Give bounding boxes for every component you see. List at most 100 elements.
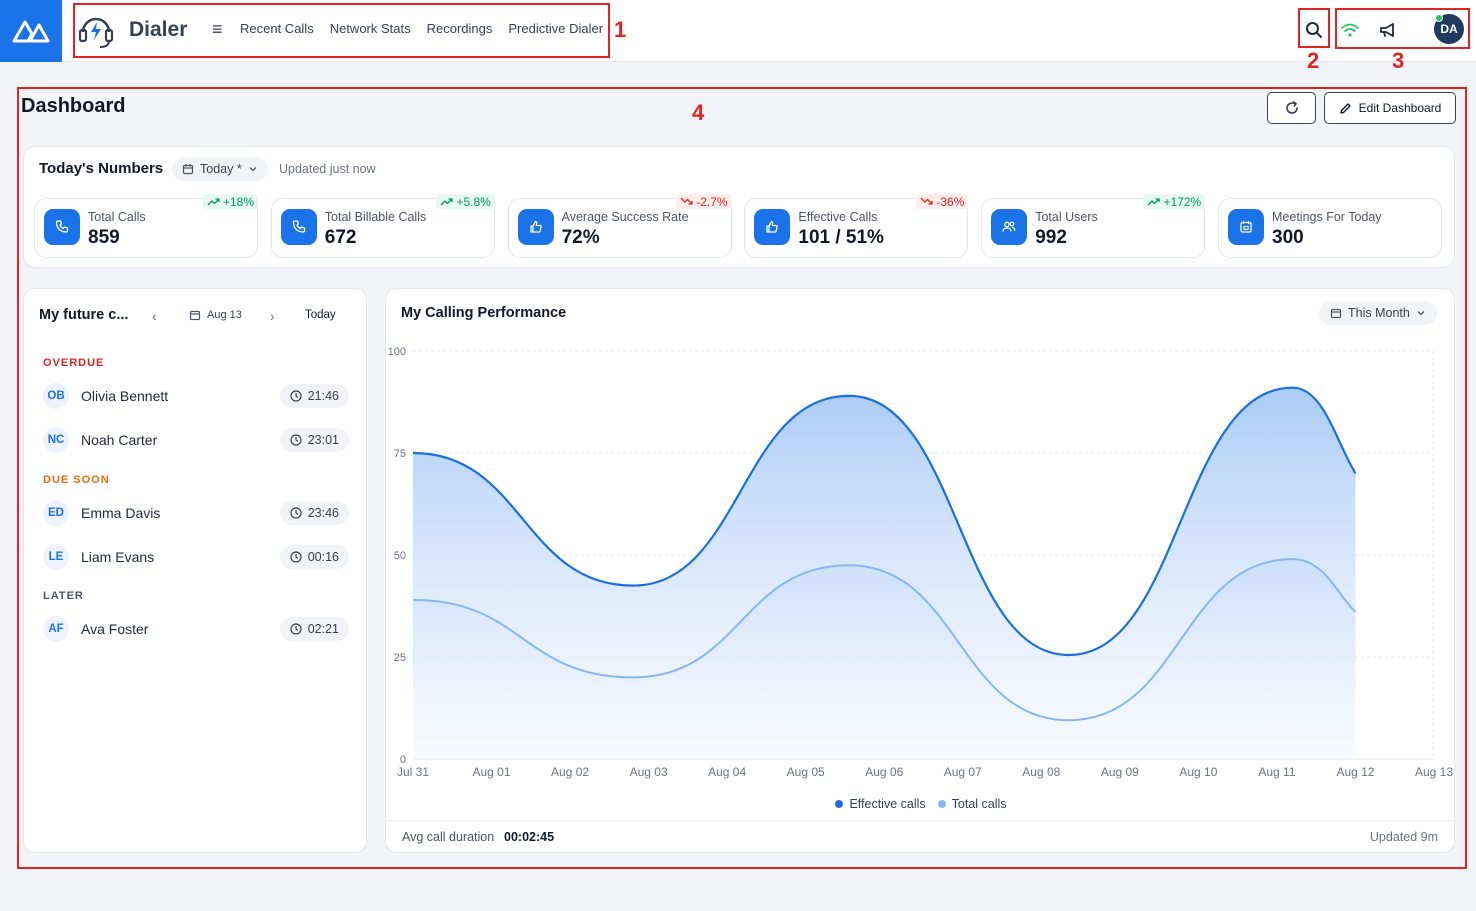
trend-value: +5.8% [456,194,491,209]
x-tick-label: Aug 01 [473,765,511,779]
top-bar: Dialer ≡ Recent Calls Network Stats Reco… [0,0,1476,62]
clock-icon [290,390,302,402]
nav-recent-calls[interactable]: Recent Calls [240,21,314,36]
stat-card[interactable]: Total Billable Calls 672 +5.8% [270,194,495,258]
contact-name: Ava Foster [81,621,149,637]
edit-dashboard-button[interactable]: Edit Dashboard [1324,92,1456,124]
stat-card[interactable]: Meetings For Today 300 [1218,198,1442,258]
divider [386,820,1456,821]
call-row[interactable]: LE Liam Evans 00:16 [43,542,349,572]
date-selector[interactable]: Aug 13 [189,309,242,321]
stat-value: 992 [1035,227,1067,248]
thumbs-up-icon [529,220,542,233]
x-tick-label: Aug 03 [630,765,668,779]
nav-recordings[interactable]: Recordings [427,21,493,36]
legend-dot [835,800,844,808]
trend-value: -2.7% [696,194,728,209]
stat-value: 859 [88,227,120,248]
chart-updated-status: Updated 9m [1369,830,1438,844]
refresh-button[interactable] [1267,92,1316,124]
x-tick-label: Jul 31 [397,765,429,779]
x-tick-label: Aug 02 [551,765,589,779]
legend-dot [937,800,946,808]
x-tick-label: Aug 05 [787,765,825,779]
stat-icon [754,209,791,245]
today-button[interactable]: Today [305,309,336,321]
stat-value: 672 [324,227,357,248]
x-tick-label: Aug 08 [1022,765,1060,779]
time-value: 21:46 [307,389,339,403]
announcements-button[interactable] [1376,16,1400,44]
performance-chart: 0255075100Jul 31 Aug 01 Aug 02 Aug 03 Aug 04… [388,346,1454,779]
chevron-right-icon[interactable]: › [270,308,275,324]
stat-value: 72% [561,227,600,248]
main-nav: Recent Calls Network Stats Recordings Pr… [240,21,603,36]
stat-card[interactable]: Total Calls 859 +18% [34,194,258,258]
avg-call-duration-label: Avg call duration [402,830,495,844]
stat-label: Total Calls [88,210,146,224]
brand-name: Dialer [129,18,188,41]
megaphone-icon [1380,23,1394,37]
contact-initials: ED [43,500,69,526]
contact-name: Noah Carter [81,432,158,448]
annotation-number-4: 4 [692,100,705,125]
x-tick-label: Aug 11 [1258,765,1295,779]
trend-up-icon [1148,198,1161,206]
period-label: Today * [200,162,242,176]
network-status-button[interactable] [1338,16,1362,44]
contact-initials: OB [43,383,69,409]
time-value: 23:01 [307,433,339,447]
x-tick-label: Aug 09 [1101,765,1139,779]
scheduled-time: 21:46 [279,384,349,408]
menu-icon[interactable]: ≡ [212,19,228,39]
annotation-number-1: 1 [614,17,627,42]
call-row[interactable]: AF Ava Foster 02:21 [43,614,349,644]
x-tick-label: Aug 13 [1415,765,1453,779]
phone-icon [292,220,305,233]
x-tick-label: Aug 07 [944,765,982,779]
trend-value: +18% [222,194,254,209]
y-tick-label: 75 [394,448,406,460]
calendar-icon [1240,221,1252,233]
section-label: DUE SOON [43,474,110,486]
future-calls-card: My future c... ‹ Aug 13 › Today OVERDUE O… [23,288,367,853]
section-label: OVERDUE [43,357,105,369]
app-logo[interactable] [0,0,62,62]
selected-date: Aug 13 [207,309,242,321]
clock-icon [290,623,302,635]
nav-network-stats[interactable]: Network Stats [330,21,411,36]
stat-card[interactable]: Effective Calls 101 / 51% -36% [744,194,969,258]
updated-status: Updated just now [279,162,376,176]
call-row[interactable]: NC Noah Carter 23:01 [43,425,349,455]
section-label: LATER [43,590,84,602]
avg-call-duration-value: 00:02:45 [504,830,555,844]
y-tick-label: 50 [394,550,406,562]
stat-value: 101 / 51% [798,227,884,248]
call-row[interactable]: OB Olivia Bennett 21:46 [43,381,349,411]
calendar-icon [182,164,194,175]
future-calls-title: My future c... [39,307,129,323]
clock-icon [290,434,302,446]
nav-predictive-dialer[interactable]: Predictive Dialer [508,21,603,36]
calendar-icon [189,310,201,321]
stat-card[interactable]: Average Success Rate 72% -2.7% [507,194,732,258]
trend-down-icon [920,197,934,205]
legend-total-calls[interactable]: Total calls [937,797,1007,811]
scheduled-time: 00:16 [279,545,349,569]
call-row[interactable]: ED Emma Davis 23:46 [43,498,349,528]
headset-icon [78,17,114,48]
annotation-number-3: 3 [1392,48,1405,73]
chevron-left-icon[interactable]: ‹ [152,308,157,324]
search-button[interactable] [1300,16,1328,44]
trend-value: +172% [1163,194,1202,209]
clock-icon [290,551,302,563]
stat-label: Total Billable Calls [324,210,427,224]
period-dropdown[interactable]: Today * [172,157,268,181]
stat-card[interactable]: Total Users 992 +172% [981,194,1206,258]
x-tick-label: Aug 06 [865,765,903,779]
legend-effective-calls[interactable]: Effective calls [835,797,926,811]
calling-performance-card: My Calling Performance This Month 0 25 50 7… [385,288,1456,853]
brand[interactable]: Dialer [78,10,187,50]
x-tick-label: Aug 04 [708,765,746,779]
scheduled-time: 23:01 [279,428,349,452]
